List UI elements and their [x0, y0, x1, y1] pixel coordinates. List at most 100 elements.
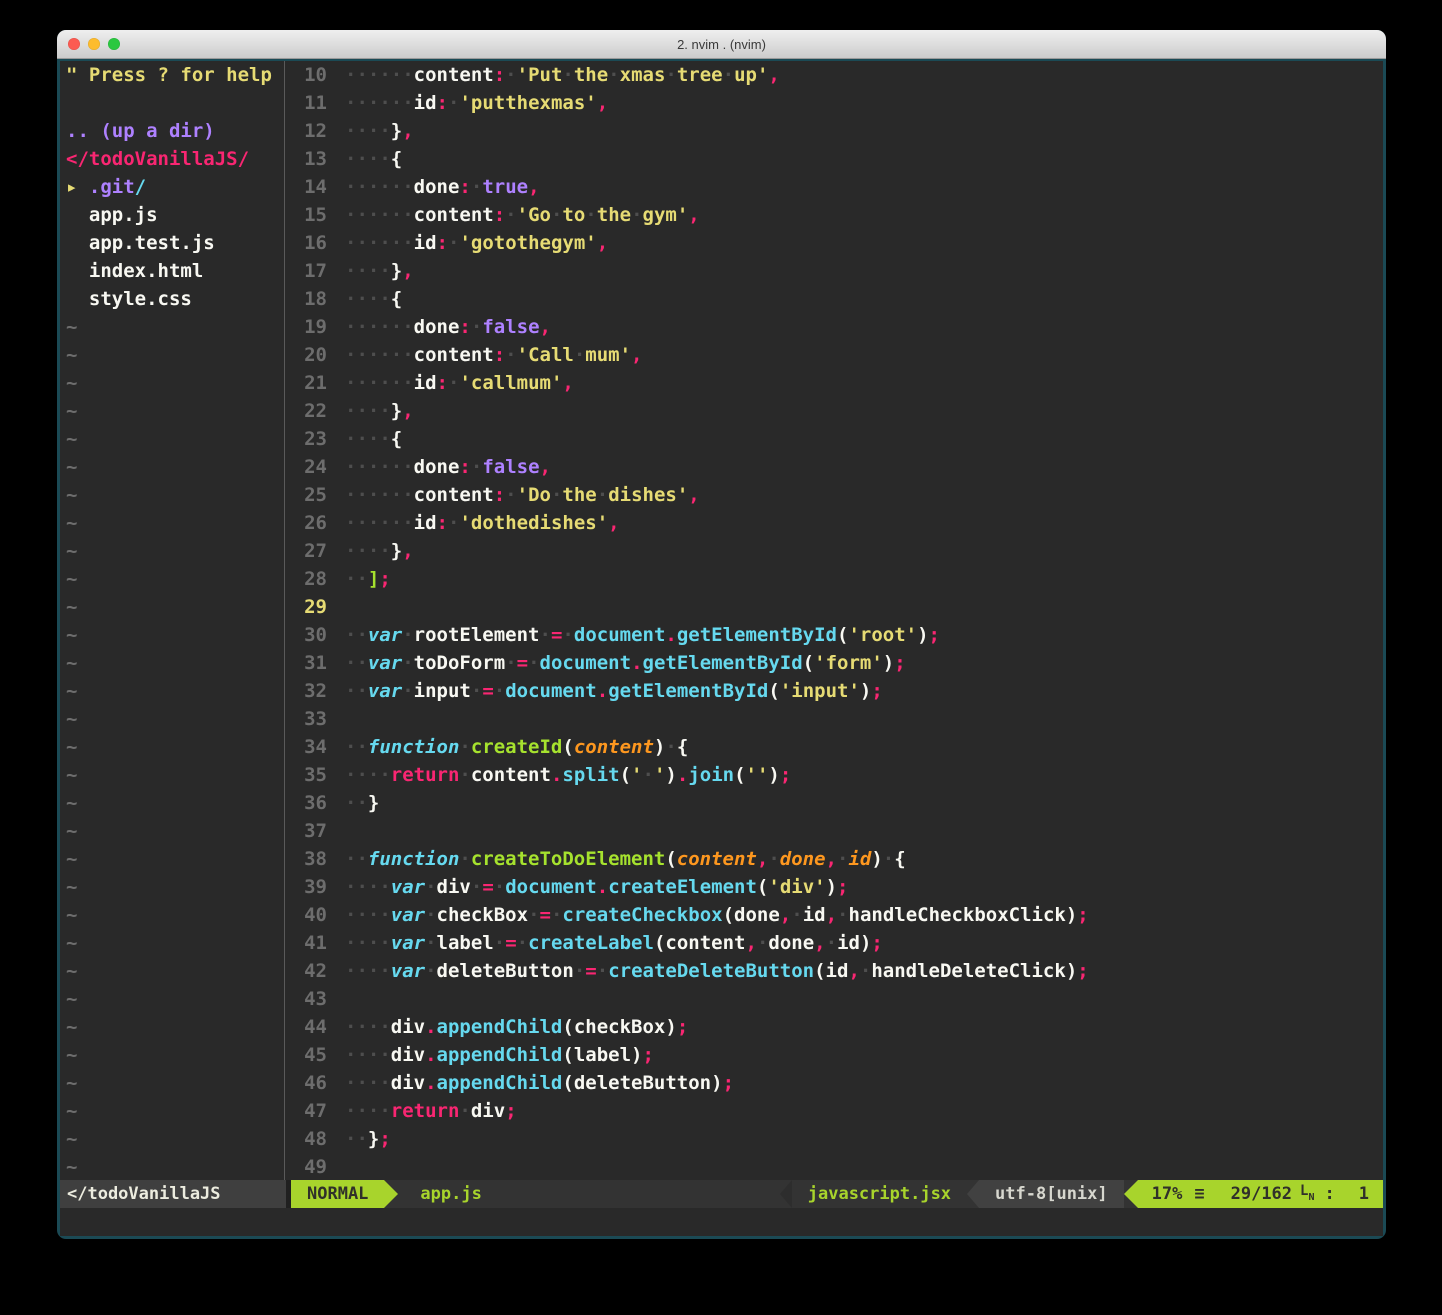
code-line[interactable]: 12····}, — [285, 117, 1383, 145]
code-buffer[interactable]: 10······content:·'Put·the·xmas·tree·up',… — [285, 61, 1383, 1180]
token: } — [391, 260, 402, 282]
minimize-button[interactable] — [88, 38, 100, 50]
token: , — [402, 540, 413, 562]
tree-up-dir[interactable]: .. (up a dir) — [66, 117, 284, 145]
tilde-line: ~ — [66, 621, 284, 649]
code-line[interactable]: 14······done:·true, — [285, 173, 1383, 201]
whitespace-dots: · — [459, 736, 470, 758]
token: ~ — [66, 1100, 77, 1122]
code-line[interactable]: 38··function·createToDoElement(content,·… — [285, 845, 1383, 873]
tilde-line: ~ — [66, 1125, 284, 1153]
code-line[interactable]: 25······content:·'Do·the·dishes', — [285, 481, 1383, 509]
token: . — [425, 1072, 436, 1094]
token: ; — [780, 764, 791, 786]
code-line[interactable]: 43 — [285, 985, 1383, 1013]
code-line[interactable]: 24······done:·false, — [285, 453, 1383, 481]
tree-root[interactable]: </todoVanillaJS/ — [66, 145, 284, 173]
code-line[interactable]: 35····return·content.split('·').join('')… — [285, 761, 1383, 789]
code-line[interactable]: 40····var·checkBox·=·createCheckbox(done… — [285, 901, 1383, 929]
code-line[interactable]: 27····}, — [285, 537, 1383, 565]
command-line[interactable] — [60, 1208, 1383, 1236]
whitespace-dots: ·· — [345, 624, 368, 646]
code-line[interactable]: 29 — [285, 593, 1383, 621]
code-line[interactable]: 16······id:·'gotothegym', — [285, 229, 1383, 257]
code-line[interactable]: 18····{ — [285, 285, 1383, 313]
nerdtree-sidebar[interactable]: " Press ? for help.. (up a dir)</todoVan… — [60, 61, 284, 1180]
token: ) — [917, 624, 928, 646]
token: } — [391, 120, 402, 142]
token: ~ — [66, 680, 77, 702]
code-line[interactable]: 20······content:·'Call·mum', — [285, 341, 1383, 369]
code-line[interactable]: 28··]; — [285, 565, 1383, 593]
code-line[interactable]: 22····}, — [285, 397, 1383, 425]
code-line[interactable]: 42····var·deleteButton·=·createDeleteBut… — [285, 957, 1383, 985]
token: . — [631, 652, 642, 674]
code-line[interactable]: 13····{ — [285, 145, 1383, 173]
code-line[interactable]: 19······done:·false, — [285, 313, 1383, 341]
line-number: 38 — [285, 845, 345, 873]
line-number: 43 — [285, 985, 345, 1013]
code-line[interactable]: 15······content:·'Go·to·the·gym', — [285, 201, 1383, 229]
code-line[interactable]: 48··}; — [285, 1125, 1383, 1153]
code-line[interactable]: 17····}, — [285, 257, 1383, 285]
tree-item-app-js[interactable]: app.js — [66, 201, 284, 229]
token: , — [528, 176, 539, 198]
whitespace-dots: · — [551, 484, 562, 506]
token: id — [803, 904, 826, 926]
code-line[interactable]: 30··var·rootElement·=·document.getElemen… — [285, 621, 1383, 649]
token: checkBox — [574, 1016, 666, 1038]
code-line[interactable]: 47····return·div; — [285, 1097, 1383, 1125]
token: app.js — [66, 204, 158, 226]
token: content — [414, 204, 494, 226]
whitespace-dots: · — [562, 624, 573, 646]
token: ~ — [66, 400, 77, 422]
tilde-line: ~ — [66, 649, 284, 677]
whitespace-dots: ······ — [345, 344, 414, 366]
token: , — [768, 64, 779, 86]
token: createCheckbox — [562, 904, 722, 926]
token: : — [437, 92, 448, 114]
code-line[interactable]: 10······content:·'Put·the·xmas·tree·up', — [285, 61, 1383, 89]
token: ~ — [66, 596, 77, 618]
token: ; — [1077, 904, 1088, 926]
code-line[interactable]: 26······id:·'dothedishes', — [285, 509, 1383, 537]
token: ~ — [66, 820, 77, 842]
close-button[interactable] — [68, 38, 80, 50]
code-line[interactable]: 34··function·createId(content)·{ — [285, 733, 1383, 761]
code-line[interactable]: 31··var·toDoForm·=·document.getElementBy… — [285, 649, 1383, 677]
line-number: 18 — [285, 285, 345, 313]
code-line[interactable]: 11······id:·'putthexmas', — [285, 89, 1383, 117]
code-line[interactable]: 33 — [285, 705, 1383, 733]
token: app.test.js — [66, 232, 215, 254]
code-line[interactable]: 36··} — [285, 789, 1383, 817]
code-line[interactable]: 44····div.appendChild(checkBox); — [285, 1013, 1383, 1041]
title-bar[interactable]: 2. nvim . (nvim) — [57, 30, 1386, 59]
code-line[interactable]: 32··var·input·=·document.getElementById(… — [285, 677, 1383, 705]
token: style.css — [66, 288, 192, 310]
token: . — [597, 680, 608, 702]
whitespace-dots: · — [585, 204, 596, 226]
token: 'Call — [517, 344, 574, 366]
code-line[interactable]: 41····var·label·=·createLabel(content,·d… — [285, 929, 1383, 957]
tree-item-git[interactable]: ▸ .git/ — [66, 173, 284, 201]
code-line[interactable]: 23····{ — [285, 425, 1383, 453]
token: deleteButton — [574, 1072, 711, 1094]
code-line[interactable]: 37 — [285, 817, 1383, 845]
code-line[interactable]: 39····var·div·=·document.createElement('… — [285, 873, 1383, 901]
powerline-chevron-icon — [967, 1180, 979, 1208]
token: ) — [1066, 904, 1077, 926]
code-line[interactable]: 49 — [285, 1153, 1383, 1180]
code-line[interactable]: 45····div.appendChild(label); — [285, 1041, 1383, 1069]
tree-item-app-test-js[interactable]: app.test.js — [66, 229, 284, 257]
code-line[interactable]: 21······id:·'callmum', — [285, 369, 1383, 397]
token: label — [437, 932, 494, 954]
token: ~ — [66, 512, 77, 534]
token: </todoVanillaJS/ — [66, 148, 249, 170]
code-line[interactable]: 46····div.appendChild(deleteButton); — [285, 1069, 1383, 1097]
token: ▸ — [66, 176, 89, 198]
tree-item-index-html[interactable]: index.html — [66, 257, 284, 285]
token: = — [517, 652, 528, 674]
zoom-button[interactable] — [108, 38, 120, 50]
token: ; — [1077, 960, 1088, 982]
tree-item-style-css[interactable]: style.css — [66, 285, 284, 313]
